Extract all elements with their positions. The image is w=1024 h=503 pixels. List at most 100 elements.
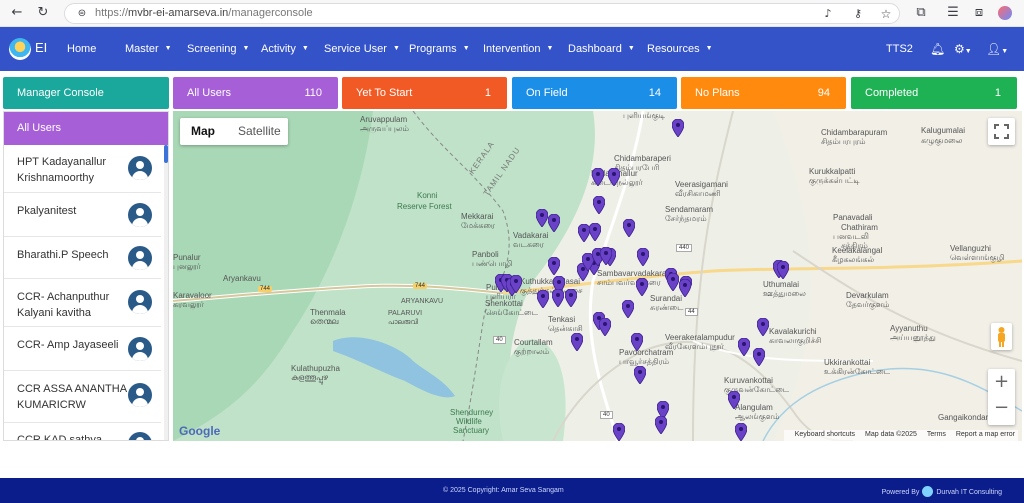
settings-gear-icon[interactable]: ⚙▼ bbox=[954, 42, 972, 56]
nav-dashboard[interactable]: Dashboard ▼ bbox=[568, 43, 635, 55]
map-type-map-button[interactable]: Map bbox=[191, 124, 215, 138]
card-manager-console[interactable]: Manager Console bbox=[3, 77, 169, 109]
card-on-field[interactable]: On Field 14 bbox=[512, 77, 677, 109]
user-code[interactable]: TTS2 bbox=[886, 43, 913, 55]
map-marker-pin[interactable] bbox=[565, 289, 577, 307]
fullscreen-button[interactable] bbox=[988, 118, 1015, 145]
collections-icon[interactable]: ⧈ bbox=[970, 4, 988, 22]
user-list-item[interactable]: CCR ASSA ANANTHA KUMARICRW bbox=[4, 371, 161, 423]
map-marker-pin[interactable] bbox=[536, 209, 548, 227]
caret-down-icon: ▼ bbox=[705, 45, 713, 52]
nav-resources[interactable]: Resources ▼ bbox=[647, 43, 713, 55]
map-marker-pin[interactable] bbox=[672, 119, 684, 137]
caret-down-icon: ▼ bbox=[164, 45, 172, 52]
card-completed[interactable]: Completed 1 bbox=[851, 77, 1017, 109]
user-list-item[interactable]: CCR- Achanputhur Kalyani kavitha bbox=[4, 279, 161, 327]
site-info-icon[interactable]: ⊜ bbox=[73, 5, 91, 23]
map-marker-pin[interactable] bbox=[589, 223, 601, 241]
caret-down-icon: ▼ bbox=[242, 45, 250, 52]
nav-home[interactable]: Home bbox=[67, 43, 96, 55]
terms-link[interactable]: Terms bbox=[927, 431, 946, 438]
scrollbar-track[interactable] bbox=[164, 145, 168, 440]
card-yet-to-start[interactable]: Yet To Start 1 bbox=[342, 77, 507, 109]
map-marker-pin[interactable] bbox=[637, 248, 649, 266]
caret-down-icon: ▼ bbox=[546, 45, 554, 52]
card-all-users[interactable]: All Users 110 bbox=[173, 77, 338, 109]
card-label: Completed bbox=[865, 87, 919, 99]
map-marker-pin[interactable] bbox=[599, 318, 611, 336]
map-marker-pin[interactable] bbox=[636, 278, 648, 296]
read-aloud-icon[interactable]: ♪ bbox=[819, 5, 837, 23]
nav-intervention[interactable]: Intervention ▼ bbox=[483, 43, 553, 55]
copilot-icon[interactable] bbox=[998, 6, 1012, 20]
extensions-icon[interactable]: ⧉ bbox=[912, 4, 930, 22]
address-bar[interactable]: ⊜ https://mvbr-ei-amarseva.in/managercon… bbox=[64, 3, 900, 24]
card-count: 94 bbox=[817, 87, 830, 99]
map-marker-pin[interactable] bbox=[593, 196, 605, 214]
zoom-out-button[interactable]: − bbox=[988, 397, 1015, 418]
notification-bell-icon[interactable]: 🔔︎ bbox=[930, 42, 945, 56]
report-error-link[interactable]: Report a map error bbox=[956, 431, 1015, 438]
user-name: CCR- Achanputhur Kalyani kavitha bbox=[17, 291, 110, 319]
map-marker-pin[interactable] bbox=[622, 300, 634, 318]
map-marker-pin[interactable] bbox=[600, 247, 612, 265]
caret-down-icon: ▼ bbox=[392, 45, 400, 52]
user-list-item[interactable]: Bharathi.P Speech bbox=[4, 237, 161, 279]
map-marker-pin[interactable] bbox=[548, 257, 560, 275]
user-profile-icon[interactable]: 👤︎▼ bbox=[986, 42, 1008, 56]
key-icon[interactable]: ⚷ bbox=[849, 5, 867, 23]
zoom-in-button[interactable]: + bbox=[988, 371, 1015, 392]
map-marker-pin[interactable] bbox=[679, 279, 691, 297]
nav-master[interactable]: Master ▼ bbox=[125, 43, 172, 55]
map-marker-pin[interactable] bbox=[753, 348, 765, 366]
user-list-item[interactable]: Pkalyanitest bbox=[4, 193, 161, 237]
company-logo-icon bbox=[922, 486, 934, 497]
map-marker-pin[interactable] bbox=[735, 423, 747, 441]
user-avatar-icon bbox=[128, 432, 152, 440]
nav-screening[interactable]: Screening ▼ bbox=[187, 43, 249, 55]
map-type-satellite-button[interactable]: Satellite bbox=[238, 124, 281, 138]
map-marker-pin[interactable] bbox=[623, 219, 635, 237]
brand-name[interactable]: EI bbox=[35, 40, 47, 55]
map-marker-pin[interactable] bbox=[655, 416, 667, 434]
back-icon[interactable]: ← bbox=[8, 4, 26, 22]
nav-service-user[interactable]: Service User ▼ bbox=[324, 43, 400, 55]
google-logo: Google bbox=[179, 424, 220, 438]
map-marker-pin[interactable] bbox=[548, 214, 560, 232]
map-marker-pin[interactable] bbox=[634, 366, 646, 384]
nav-programs[interactable]: Programs ▼ bbox=[409, 43, 470, 55]
map-marker-pin[interactable] bbox=[537, 290, 549, 308]
map-marker-pin[interactable] bbox=[552, 289, 564, 307]
map-marker-pin[interactable] bbox=[613, 423, 625, 441]
app-logo-icon[interactable] bbox=[9, 38, 31, 60]
card-no-plans[interactable]: No Plans 94 bbox=[681, 77, 846, 109]
street-view-pegman-icon[interactable] bbox=[991, 323, 1012, 350]
map-marker-pin[interactable] bbox=[738, 338, 750, 356]
footer-copyright: © 2025 Copyright: Amar Seva Sangam bbox=[443, 487, 564, 494]
user-list-item[interactable]: HPT Kadayanallur Krishnamoorthy bbox=[4, 145, 161, 193]
favorite-star-icon[interactable]: ☆ bbox=[877, 5, 895, 23]
card-count: 14 bbox=[648, 87, 661, 99]
map-marker-pin[interactable] bbox=[728, 391, 740, 409]
map-marker-pin[interactable] bbox=[777, 261, 789, 279]
map-marker-pin[interactable] bbox=[592, 168, 604, 186]
map-marker-pin[interactable] bbox=[667, 273, 679, 291]
map-marker-pin[interactable] bbox=[571, 333, 583, 351]
map-marker-pin[interactable] bbox=[510, 275, 522, 293]
zoom-control: + − bbox=[988, 369, 1015, 425]
user-list-item[interactable]: CCR- Amp Jayaseeli bbox=[4, 327, 161, 371]
user-list-item[interactable]: CCR KAD sathya bbox=[4, 423, 161, 440]
reload-icon[interactable]: ↻ bbox=[34, 4, 52, 22]
google-logo-text: Google bbox=[179, 424, 221, 438]
user-name: Bharathi.P Speech bbox=[17, 249, 109, 261]
scrollbar-thumb[interactable] bbox=[164, 145, 168, 163]
map-marker-pin[interactable] bbox=[757, 318, 769, 336]
map-marker-pin[interactable] bbox=[631, 333, 643, 351]
nav-activity[interactable]: Activity ▼ bbox=[261, 43, 309, 55]
user-list-header[interactable]: All Users bbox=[4, 112, 168, 145]
favorites-icon[interactable]: ☰ bbox=[944, 4, 962, 22]
keyboard-shortcuts-link[interactable]: Keyboard shortcuts bbox=[795, 431, 855, 438]
map-view[interactable]: புளியங்குடி Aruvappulam அருவப்புலம் Chid… bbox=[173, 111, 1022, 441]
caret-down-icon: ▼ bbox=[627, 45, 635, 52]
map-marker-pin[interactable] bbox=[608, 168, 620, 186]
